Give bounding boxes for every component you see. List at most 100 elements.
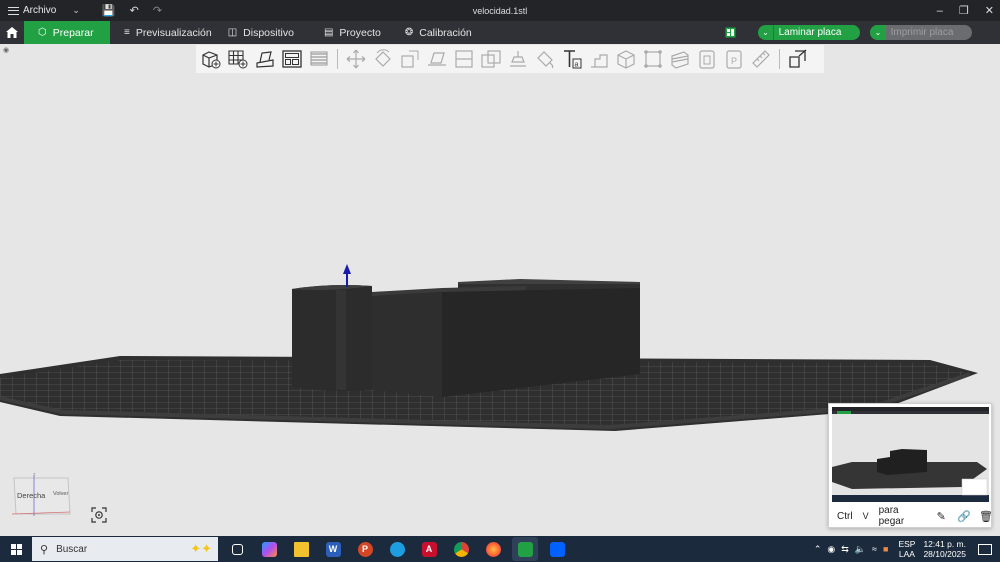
edge-button[interactable] — [384, 537, 410, 561]
plate-settings-icon[interactable] — [724, 27, 736, 39]
screenshot-thumbnail[interactable] — [832, 407, 989, 502]
model-object[interactable] — [292, 264, 640, 397]
arrange-icon[interactable] — [280, 47, 304, 71]
file-menu-button[interactable]: Archivo — [0, 0, 56, 21]
home-button[interactable] — [0, 21, 24, 44]
powerpoint-icon: P — [357, 541, 373, 557]
taskbar-search[interactable]: ⚲ Buscar ✦✦ — [32, 537, 218, 561]
orientation-cube[interactable]: z Derecha Volver — [11, 472, 72, 518]
link-icon[interactable]: 🔗 — [957, 510, 971, 523]
language-indicator[interactable]: ESP LAA — [898, 539, 915, 559]
text-icon[interactable]: a — [560, 47, 584, 71]
boolean-icon[interactable] — [479, 47, 503, 71]
calibration-icon: ❂ — [404, 27, 414, 38]
tab-proyecto[interactable]: ▤ Proyecto — [308, 21, 395, 44]
project-icon: ▤ — [323, 27, 334, 38]
slice-plate-button[interactable]: ⌄ Laminar placa — [758, 25, 860, 40]
toggle-view-icon[interactable] — [786, 47, 810, 71]
browser-icon — [389, 541, 405, 557]
powerpoint-button[interactable]: P — [352, 537, 378, 561]
chevron-down-icon[interactable]: ⌄ — [758, 25, 774, 40]
acrobat-icon: A — [421, 541, 437, 557]
close-icon[interactable]: ✕ — [985, 4, 994, 17]
auto-orient-icon[interactable] — [253, 47, 277, 71]
tab-dispositivo[interactable]: ◫ Dispositivo — [226, 21, 308, 44]
app-tray-icon[interactable]: ■ — [883, 544, 888, 554]
start-button[interactable] — [0, 536, 32, 562]
slicer-app-button[interactable] — [512, 537, 538, 561]
split-parts-icon[interactable]: P — [722, 47, 746, 71]
search-placeholder: Buscar — [56, 543, 88, 555]
tab-label: Previsualización — [135, 26, 212, 39]
add-plate-icon[interactable] — [226, 47, 250, 71]
scale-icon[interactable] — [398, 47, 422, 71]
assembly-icon[interactable] — [641, 47, 665, 71]
support-paint-icon[interactable] — [506, 47, 530, 71]
minimize-icon[interactable]: – — [937, 5, 943, 17]
volume-icon[interactable]: 🔈 — [855, 544, 866, 555]
layers-icon[interactable] — [307, 47, 331, 71]
lay-on-face-icon[interactable] — [425, 47, 449, 71]
rotate-icon[interactable] — [371, 47, 395, 71]
emboss-icon[interactable] — [587, 47, 611, 71]
zoom-fit-button[interactable] — [88, 505, 110, 525]
cut-icon[interactable] — [452, 47, 476, 71]
dropbox-button[interactable] — [544, 537, 570, 561]
seam-paint-icon[interactable] — [533, 47, 557, 71]
tab-preparar[interactable]: ⬡ Preparar — [24, 21, 110, 44]
clipboard-popup: Ctrl V para pegar ✎ 🔗 🗑 — [828, 403, 993, 528]
main-toolbar: ⬡ Preparar ≡ Previsualización ◫ Disposit… — [0, 21, 1000, 44]
chevron-down-icon[interactable]: ⌄ — [72, 5, 80, 16]
toolbar-divider — [779, 49, 780, 69]
redo-icon[interactable]: ↷ — [153, 4, 162, 17]
add-object-icon[interactable] — [199, 47, 223, 71]
restore-icon[interactable]: ❐ — [959, 4, 969, 17]
paste-hint: para pegar — [878, 505, 905, 527]
edit-pencil-icon[interactable]: ✎ — [935, 510, 947, 523]
firefox-icon — [485, 541, 501, 557]
device-icon: ◫ — [227, 27, 238, 38]
tab-label: Dispositivo — [243, 26, 294, 39]
acrobat-button[interactable]: A — [416, 537, 442, 561]
zoom-fit-icon — [91, 507, 107, 523]
file-explorer-button[interactable] — [288, 537, 314, 561]
dropbox-icon — [549, 541, 565, 557]
wifi-icon[interactable]: ≈ — [872, 544, 877, 554]
word-button[interactable]: W — [320, 537, 346, 561]
tab-previsualizacion[interactable]: ≡ Previsualización — [110, 21, 226, 44]
chevron-down-icon[interactable]: ⌄ — [870, 25, 886, 40]
svg-text:z: z — [33, 472, 36, 478]
svg-text:a: a — [575, 62, 579, 69]
notification-icon[interactable] — [978, 543, 992, 555]
ruler-icon[interactable] — [749, 47, 773, 71]
chevron-up-icon[interactable]: ⌃ — [814, 544, 822, 555]
mesh-icon[interactable] — [614, 47, 638, 71]
shortcut-key-v: V — [862, 511, 869, 521]
orientation-side-label: Volver — [53, 491, 69, 497]
chrome-button[interactable] — [448, 537, 474, 561]
move-icon[interactable] — [344, 47, 368, 71]
copilot-icon — [261, 541, 277, 557]
visibility-toggle-icon[interactable]: ◉ — [3, 46, 9, 54]
task-view-button[interactable] — [224, 537, 250, 561]
measure-icon[interactable] — [668, 47, 692, 71]
layers-icon: ≡ — [124, 27, 130, 38]
svg-text:P: P — [731, 56, 737, 66]
orientation-face-label: Derecha — [17, 491, 46, 500]
undo-icon[interactable]: ↶ — [130, 4, 139, 17]
clock[interactable]: 12:41 p. m. 28/10/2025 — [923, 539, 966, 559]
print-plate-button[interactable]: ⌄ Imprimir placa — [870, 25, 972, 40]
hamburger-icon — [8, 6, 19, 15]
tab-label: Preparar — [52, 26, 94, 39]
chrome-icon — [453, 541, 469, 557]
home-icon — [6, 27, 18, 38]
tab-label: Proyecto — [339, 26, 381, 39]
split-objects-icon[interactable] — [695, 47, 719, 71]
copilot-button[interactable] — [256, 537, 282, 561]
firefox-button[interactable] — [480, 537, 506, 561]
input-method-icon[interactable]: ⇆ — [841, 544, 849, 555]
record-icon[interactable]: ◉ — [827, 544, 835, 555]
tab-calibracion[interactable]: ❂ Calibración — [395, 21, 486, 44]
save-icon[interactable]: 💾 — [102, 4, 116, 17]
trash-icon[interactable]: 🗑 — [979, 510, 993, 523]
